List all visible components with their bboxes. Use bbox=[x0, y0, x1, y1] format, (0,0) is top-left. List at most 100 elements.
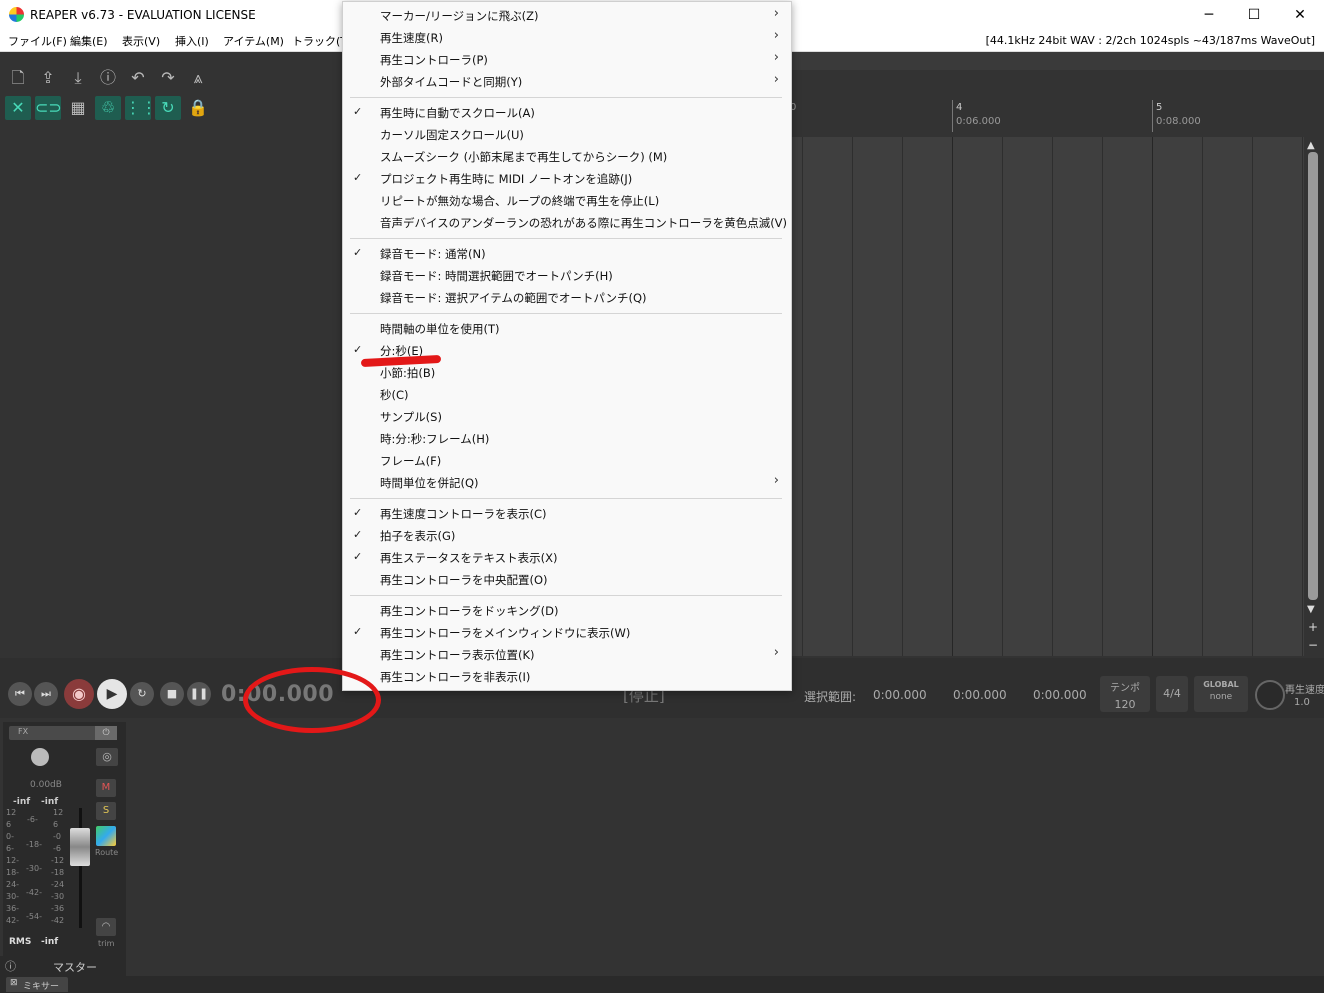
menu-item[interactable]: 再生速度(R) › bbox=[343, 27, 791, 49]
master-track-strip: FX ⏻ ◎ 0.00dB -inf -inf M S Route ◠ trim… bbox=[3, 722, 126, 956]
master-volume[interactable]: 0.00dB bbox=[30, 780, 62, 790]
time-signature[interactable]: 4/4 bbox=[1156, 676, 1188, 712]
scroll-up-icon[interactable]: ▲ bbox=[1307, 140, 1315, 151]
grid-lines-icon[interactable]: ⋮⋮ bbox=[125, 96, 157, 120]
menu-item[interactable]: 再生コントローラを中央配置(O) bbox=[343, 569, 791, 591]
menu-item[interactable]: ✓ 再生ステータスをテキスト表示(X) bbox=[343, 547, 791, 569]
menu-item[interactable]: 小節:拍(B) bbox=[343, 362, 791, 384]
menu-view[interactable]: 表示(V) bbox=[122, 33, 160, 49]
selection-end[interactable]: 0:00.000 bbox=[953, 688, 1007, 702]
fx-slot[interactable]: FX ⏻ bbox=[9, 726, 117, 740]
menu-item[interactable]: ✓ 拍子を表示(G) bbox=[343, 525, 791, 547]
pause-button[interactable]: ❚❚ bbox=[187, 682, 211, 706]
play-button[interactable]: ▶ bbox=[97, 679, 127, 709]
menu-item[interactable]: カーソル固定スクロール(U) bbox=[343, 124, 791, 146]
track-control-panel[interactable] bbox=[0, 126, 342, 656]
menu-item[interactable]: スムーズシーク (小節末尾まで再生してからシーク) (M) bbox=[343, 146, 791, 168]
selection-length[interactable]: 0:00.000 bbox=[1033, 688, 1087, 702]
menu-item[interactable]: アイテム(M) bbox=[223, 33, 284, 49]
global-automation[interactable]: GLOBAL none bbox=[1194, 676, 1248, 712]
zoom-in-icon[interactable]: + bbox=[1308, 620, 1318, 634]
scroll-down-icon[interactable]: ▼ bbox=[1307, 604, 1315, 615]
ripple-edit-icon[interactable]: ♲ bbox=[95, 96, 121, 120]
peak-right[interactable]: -inf bbox=[41, 797, 58, 807]
timeline-ruler[interactable]: 0 4 0:06.000 5 0:08.000 bbox=[790, 70, 1324, 132]
loop-points-icon[interactable]: ↻ bbox=[155, 96, 181, 120]
record-button[interactable]: ◉ bbox=[64, 679, 94, 709]
menu-insert[interactable]: 挿入(I) bbox=[175, 33, 209, 49]
menu-item[interactable]: 時間軸の単位を使用(T) bbox=[343, 318, 791, 340]
menu-item[interactable]: 時間単位を併記(Q) › bbox=[343, 472, 791, 494]
menu-item[interactable]: ✓ 再生時に自動でスクロール(A) bbox=[343, 102, 791, 124]
menu-item[interactable]: 秒(C) bbox=[343, 384, 791, 406]
arrange-view[interactable] bbox=[790, 137, 1304, 656]
menu-item[interactable]: サンプル(S) bbox=[343, 406, 791, 428]
close-tab-icon[interactable]: ⊠ bbox=[10, 978, 18, 988]
trim-icon[interactable]: ◠ bbox=[96, 918, 116, 936]
save-project-icon[interactable]: ⤓ bbox=[65, 66, 91, 90]
pan-knob[interactable] bbox=[31, 748, 49, 766]
menu-item[interactable]: マーカー/リージョンに飛ぶ(Z) › bbox=[343, 5, 791, 27]
menu-separator bbox=[350, 498, 782, 499]
volume-fader[interactable] bbox=[70, 828, 90, 866]
menu-item[interactable]: ✓ プロジェクト再生時に MIDI ノートオンを追跡(J) bbox=[343, 168, 791, 190]
grid-line bbox=[1302, 137, 1303, 656]
menu-item[interactable]: 再生コントローラをドッキング(D) bbox=[343, 600, 791, 622]
menu-item[interactable]: 外部タイムコードと同期(Y) › bbox=[343, 71, 791, 93]
zoom-out-icon[interactable]: − bbox=[1308, 638, 1318, 652]
menu-item[interactable]: ✓ 再生速度コントローラを表示(C) bbox=[343, 503, 791, 525]
menu-item[interactable]: ✓ 録音モード: 通常(N) bbox=[343, 243, 791, 265]
undo-icon[interactable]: ↶ bbox=[125, 66, 151, 90]
project-info-icon[interactable]: ⓘ bbox=[95, 66, 121, 90]
item-grouping-icon[interactable]: ⊂⊃ bbox=[35, 96, 62, 120]
mixer-tab-label: ミキサー bbox=[23, 982, 60, 992]
ruler-region-lane[interactable] bbox=[790, 52, 1324, 70]
ruler-measure-label: 4 bbox=[956, 102, 963, 113]
audio-status[interactable]: [44.1kHz 24bit WAV : 2/2ch 1024spls ~43/… bbox=[986, 34, 1315, 47]
menu-item[interactable]: 再生コントローラ(P) › bbox=[343, 49, 791, 71]
route-icon[interactable] bbox=[96, 826, 116, 846]
global-value: none bbox=[1209, 692, 1233, 702]
menu-file[interactable]: ファイル(F) bbox=[8, 33, 67, 49]
go-to-start-icon[interactable]: ⏮ bbox=[8, 682, 32, 706]
maximize-button[interactable]: ☐ bbox=[1231, 0, 1277, 30]
lock-icon[interactable]: 🔒 bbox=[185, 96, 211, 120]
vertical-scrollbar-thumb[interactable] bbox=[1308, 152, 1318, 600]
mute-button[interactable]: M bbox=[96, 779, 116, 797]
info-icon[interactable]: ⓘ bbox=[5, 958, 16, 974]
power-icon[interactable]: ⏻ bbox=[95, 726, 117, 740]
selection-start[interactable]: 0:00.000 bbox=[873, 688, 927, 702]
rate-value[interactable]: 1.0 bbox=[1294, 697, 1310, 708]
rate-knob[interactable] bbox=[1255, 680, 1285, 710]
menu-item[interactable]: 再生コントローラ表示位置(K) › bbox=[343, 644, 791, 666]
close-button[interactable]: ✕ bbox=[1277, 0, 1323, 30]
grid-line bbox=[1052, 137, 1053, 656]
peak-left[interactable]: -inf bbox=[13, 797, 30, 807]
auto-crossfade-icon[interactable]: ✕ bbox=[5, 96, 31, 120]
repeat-button[interactable]: ↻ bbox=[130, 682, 154, 706]
go-to-end-icon[interactable]: ⏭ bbox=[34, 682, 58, 706]
redo-icon[interactable]: ↷ bbox=[155, 66, 181, 90]
menu-item[interactable]: フレーム(F) bbox=[343, 450, 791, 472]
tempo-box[interactable]: テンポ 120 bbox=[1100, 676, 1150, 712]
solo-button[interactable]: S bbox=[96, 802, 116, 820]
minimize-button[interactable]: ─ bbox=[1186, 0, 1232, 30]
ruler-time-label: 0:08.000 bbox=[1156, 116, 1201, 127]
menu-item[interactable]: 時:分:秒:フレーム(H) bbox=[343, 428, 791, 450]
stereo-icon[interactable]: ◎ bbox=[96, 748, 118, 766]
menu-item[interactable]: 音声デバイスのアンダーランの恐れがある際に再生コントローラを黄色点滅(V) bbox=[343, 212, 791, 234]
menu-item[interactable]: リピートが無効な場合、ループの終端で再生を停止(L) bbox=[343, 190, 791, 212]
menu-edit[interactable]: 編集(E) bbox=[70, 33, 108, 49]
metronome-icon[interactable]: ⩓ bbox=[185, 66, 211, 90]
menu-item[interactable]: 録音モード: 選択アイテムの範囲でオートパンチ(Q) bbox=[343, 287, 791, 309]
snap-grid-icon[interactable]: ▦ bbox=[65, 96, 91, 120]
stop-button[interactable]: ■ bbox=[160, 682, 184, 706]
menu-item[interactable]: 録音モード: 時間選択範囲でオートパンチ(H) bbox=[343, 265, 791, 287]
meter-scale: 18- bbox=[6, 868, 20, 877]
open-project-icon[interactable]: ⇪ bbox=[35, 66, 61, 90]
mixer-tab[interactable]: ⊠ ミキサー bbox=[6, 977, 68, 992]
menu-item[interactable]: ✓ 再生コントローラをメインウィンドウに表示(W) bbox=[343, 622, 791, 644]
new-project-icon[interactable]: 🗋 bbox=[5, 66, 31, 90]
grid-line bbox=[802, 137, 803, 656]
menu-item[interactable]: 再生コントローラを非表示(I) bbox=[343, 666, 791, 688]
